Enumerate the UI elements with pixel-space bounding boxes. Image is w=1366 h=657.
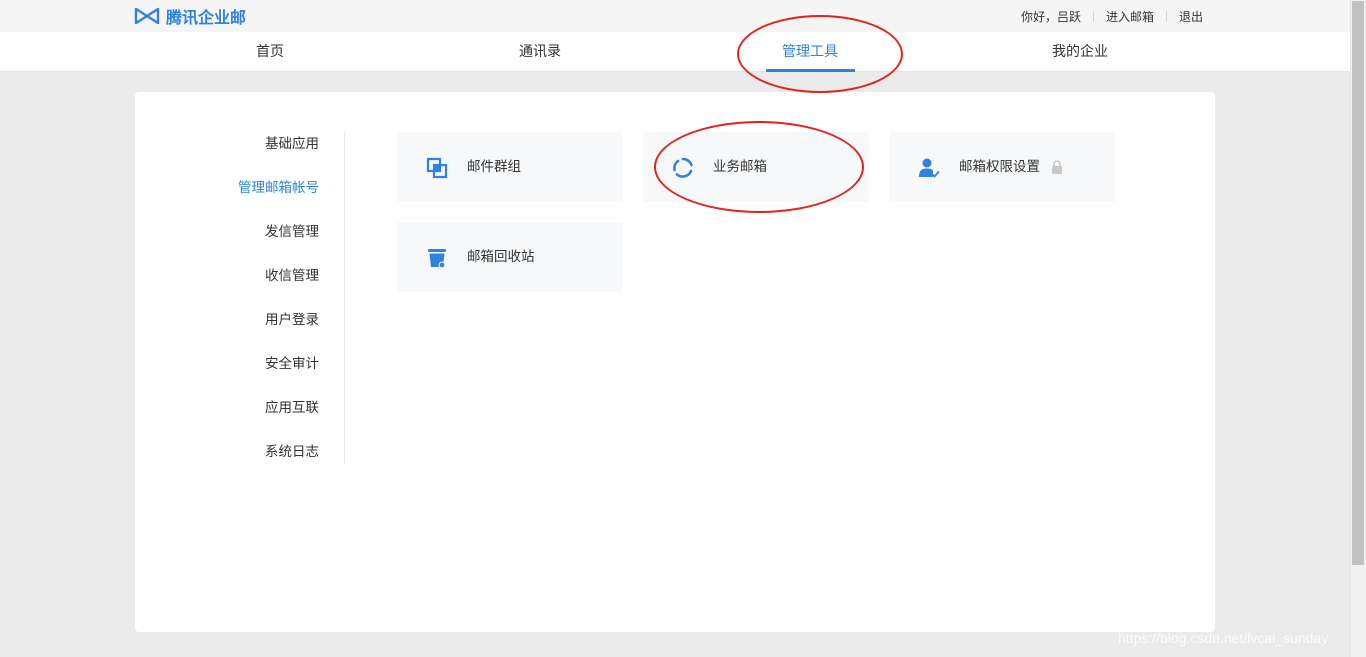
sidebar-item-basic-apps[interactable]: 基础应用 <box>265 134 319 154</box>
sidebar-item-app-integration[interactable]: 应用互联 <box>265 398 319 418</box>
nav-item-admin-tools[interactable]: 管理工具 <box>782 32 838 72</box>
logout-link[interactable]: 退出 <box>1179 8 1203 25</box>
nav-active-indicator <box>766 69 855 72</box>
brand-logo[interactable]: 腾讯企业邮 <box>134 5 246 27</box>
main-panel: 基础应用 管理邮箱帐号 发信管理 收信管理 用户登录 安全审计 应用互联 系统日… <box>135 92 1215 632</box>
enter-mailbox-link[interactable]: 进入邮箱 <box>1106 8 1154 25</box>
top-bar: 腾讯企业邮 你好，吕跃 进入邮箱 退出 <box>0 0 1350 32</box>
sidebar-item-incoming[interactable]: 收信管理 <box>265 266 319 286</box>
card-recycle-bin[interactable]: 邮箱回收站 <box>397 222 623 292</box>
sidebar: 基础应用 管理邮箱帐号 发信管理 收信管理 用户登录 安全审计 应用互联 系统日… <box>135 132 345 464</box>
tencent-mail-logo-icon <box>134 7 160 25</box>
business-mailbox-icon <box>673 157 693 178</box>
sidebar-item-manage-accounts[interactable]: 管理邮箱帐号 <box>238 178 319 198</box>
card-business-mailbox[interactable]: 业务邮箱 <box>643 132 869 202</box>
card-label: 邮箱回收站 <box>467 249 535 265</box>
scrollbar-thumb[interactable] <box>1352 1 1364 565</box>
card-label: 邮件群组 <box>467 159 521 175</box>
lock-icon <box>1052 160 1062 174</box>
card-mail-group[interactable]: 邮件群组 <box>397 132 623 202</box>
mailbox-permission-icon <box>919 158 940 178</box>
user-greeting: 你好，吕跃 <box>1020 10 1081 24</box>
watermark: https://blog.csdn.net/lvcai_sunday <box>1118 630 1329 646</box>
sidebar-item-system-log[interactable]: 系统日志 <box>265 442 319 462</box>
recycle-bin-icon <box>428 249 446 269</box>
card-mailbox-permissions[interactable]: 邮箱权限设置 <box>889 132 1115 202</box>
card-label: 业务邮箱 <box>713 159 767 175</box>
mail-group-icon <box>426 157 448 179</box>
nav-item-my-company[interactable]: 我的企业 <box>1052 32 1108 72</box>
sidebar-item-security-audit[interactable]: 安全审计 <box>265 354 319 374</box>
card-label: 邮箱权限设置 <box>959 159 1040 175</box>
nav-item-contacts[interactable]: 通讯录 <box>519 32 561 72</box>
nav-item-home[interactable]: 首页 <box>256 32 284 72</box>
divider <box>1165 11 1167 22</box>
brand-name: 腾讯企业邮 <box>166 8 247 27</box>
main-nav: 首页 通讯录 管理工具 我的企业 <box>0 32 1350 72</box>
sidebar-item-user-login[interactable]: 用户登录 <box>265 310 319 330</box>
divider <box>1092 11 1094 22</box>
sidebar-item-outgoing[interactable]: 发信管理 <box>265 222 319 242</box>
user-links: 你好，吕跃 进入邮箱 退出 <box>1021 8 1203 25</box>
